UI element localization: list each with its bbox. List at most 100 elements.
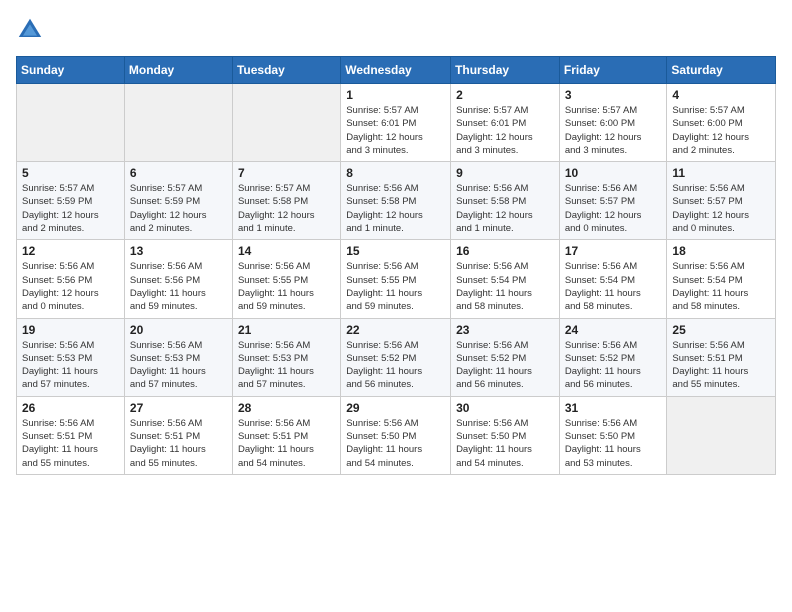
day-number: 19 [22, 323, 119, 337]
day-info: Sunrise: 5:56 AM Sunset: 5:56 PM Dayligh… [130, 260, 227, 313]
day-info: Sunrise: 5:56 AM Sunset: 5:51 PM Dayligh… [22, 417, 119, 470]
calendar-cell [17, 84, 125, 162]
calendar-cell: 1Sunrise: 5:57 AM Sunset: 6:01 PM Daylig… [341, 84, 451, 162]
calendar-cell: 15Sunrise: 5:56 AM Sunset: 5:55 PM Dayli… [341, 240, 451, 318]
logo [16, 16, 48, 44]
day-info: Sunrise: 5:56 AM Sunset: 5:58 PM Dayligh… [456, 182, 554, 235]
calendar-week-row: 12Sunrise: 5:56 AM Sunset: 5:56 PM Dayli… [17, 240, 776, 318]
day-info: Sunrise: 5:56 AM Sunset: 5:53 PM Dayligh… [22, 339, 119, 392]
calendar-cell: 14 Sunrise: 5:56 AM Sunset: 5:55 PM Dayli… [232, 240, 340, 318]
calendar-header-saturday: Saturday [667, 57, 776, 84]
calendar-header-monday: Monday [124, 57, 232, 84]
calendar-cell: 6 Sunrise: 5:57 AM Sunset: 5:59 PM Daylig… [124, 162, 232, 240]
calendar-table: SundayMondayTuesdayWednesdayThursdayFrid… [16, 56, 776, 475]
day-number: 3 [565, 88, 662, 102]
day-info: Sunrise: 5:56 AM Sunset: 5:51 PM Dayligh… [130, 417, 227, 470]
day-number: 18 [672, 244, 770, 258]
day-info: Sunrise: 5:56 AM Sunset: 5:50 PM Dayligh… [456, 417, 554, 470]
day-info: Sunrise: 5:57 AM Sunset: 5:59 PM Dayligh… [22, 182, 119, 235]
day-info: Sunrise: 5:56 AM Sunset: 5:53 PM Dayligh… [238, 339, 335, 392]
day-number: 6 [130, 166, 227, 180]
calendar-header-wednesday: Wednesday [341, 57, 451, 84]
day-number: 26 [22, 401, 119, 415]
day-info: Sunrise: 5:56 AM Sunset: 5:57 PM Dayligh… [565, 182, 662, 235]
day-number: 25 [672, 323, 770, 337]
day-number: 9 [456, 166, 554, 180]
day-number: 24 [565, 323, 662, 337]
calendar-cell: 23 Sunrise: 5:56 AM Sunset: 5:52 PM Dayli… [451, 318, 560, 396]
calendar-week-row: 26 Sunrise: 5:56 AM Sunset: 5:51 PM Dayli… [17, 396, 776, 474]
day-info: Sunrise: 5:56 AM Sunset: 5:52 PM Dayligh… [346, 339, 445, 392]
day-info: Sunrise: 5:57 AM Sunset: 5:59 PM Dayligh… [130, 182, 227, 235]
day-info: Sunrise: 5:56 AM Sunset: 5:50 PM Dayligh… [346, 417, 445, 470]
calendar-cell: 28Sunrise: 5:56 AM Sunset: 5:51 PM Dayli… [232, 396, 340, 474]
calendar-cell: 29 Sunrise: 5:56 AM Sunset: 5:50 PM Dayli… [341, 396, 451, 474]
calendar-week-row: 1Sunrise: 5:57 AM Sunset: 6:01 PM Daylig… [17, 84, 776, 162]
calendar-header-tuesday: Tuesday [232, 57, 340, 84]
day-number: 11 [672, 166, 770, 180]
calendar-header-thursday: Thursday [451, 57, 560, 84]
calendar-cell: 27 Sunrise: 5:56 AM Sunset: 5:51 PM Dayli… [124, 396, 232, 474]
calendar-cell: 12Sunrise: 5:56 AM Sunset: 5:56 PM Dayli… [17, 240, 125, 318]
day-number: 21 [238, 323, 335, 337]
day-info: Sunrise: 5:56 AM Sunset: 5:55 PM Dayligh… [238, 260, 335, 313]
calendar-week-row: 19 Sunrise: 5:56 AM Sunset: 5:53 PM Dayli… [17, 318, 776, 396]
calendar-cell: 2 Sunrise: 5:57 AM Sunset: 6:01 PM Daylig… [451, 84, 560, 162]
calendar-cell: 22 Sunrise: 5:56 AM Sunset: 5:52 PM Dayli… [341, 318, 451, 396]
day-info: Sunrise: 5:56 AM Sunset: 5:54 PM Dayligh… [565, 260, 662, 313]
day-info: Sunrise: 5:57 AM Sunset: 6:00 PM Dayligh… [565, 104, 662, 157]
day-info: Sunrise: 5:56 AM Sunset: 5:56 PM Dayligh… [22, 260, 119, 313]
page-header [16, 16, 776, 44]
day-info: Sunrise: 5:57 AM Sunset: 6:01 PM Dayligh… [456, 104, 554, 157]
day-info: Sunrise: 5:56 AM Sunset: 5:50 PM Dayligh… [565, 417, 662, 470]
calendar-cell: 18 Sunrise: 5:56 AM Sunset: 5:54 PM Dayli… [667, 240, 776, 318]
calendar-cell: 13Sunrise: 5:56 AM Sunset: 5:56 PM Dayli… [124, 240, 232, 318]
day-number: 27 [130, 401, 227, 415]
day-info: Sunrise: 5:56 AM Sunset: 5:58 PM Dayligh… [346, 182, 445, 235]
day-info: Sunrise: 5:57 AM Sunset: 6:00 PM Dayligh… [672, 104, 770, 157]
calendar-cell [124, 84, 232, 162]
day-number: 15 [346, 244, 445, 258]
day-number: 2 [456, 88, 554, 102]
calendar-week-row: 5 Sunrise: 5:57 AM Sunset: 5:59 PM Daylig… [17, 162, 776, 240]
calendar-cell: 19 Sunrise: 5:56 AM Sunset: 5:53 PM Dayli… [17, 318, 125, 396]
day-info: Sunrise: 5:56 AM Sunset: 5:54 PM Dayligh… [672, 260, 770, 313]
calendar-cell [667, 396, 776, 474]
day-number: 31 [565, 401, 662, 415]
day-number: 14 [238, 244, 335, 258]
day-info: Sunrise: 5:56 AM Sunset: 5:52 PM Dayligh… [456, 339, 554, 392]
calendar-cell: 26 Sunrise: 5:56 AM Sunset: 5:51 PM Dayli… [17, 396, 125, 474]
day-info: Sunrise: 5:56 AM Sunset: 5:52 PM Dayligh… [565, 339, 662, 392]
calendar-cell: 4 Sunrise: 5:57 AM Sunset: 6:00 PM Daylig… [667, 84, 776, 162]
day-number: 23 [456, 323, 554, 337]
calendar-header-sunday: Sunday [17, 57, 125, 84]
day-number: 5 [22, 166, 119, 180]
day-info: Sunrise: 5:56 AM Sunset: 5:51 PM Dayligh… [238, 417, 335, 470]
day-number: 22 [346, 323, 445, 337]
calendar-cell: 21 Sunrise: 5:56 AM Sunset: 5:53 PM Dayli… [232, 318, 340, 396]
calendar-cell: 24 Sunrise: 5:56 AM Sunset: 5:52 PM Dayli… [559, 318, 667, 396]
logo-icon [16, 16, 44, 44]
calendar-cell: 20 Sunrise: 5:56 AM Sunset: 5:53 PM Dayli… [124, 318, 232, 396]
day-number: 29 [346, 401, 445, 415]
calendar-cell: 5 Sunrise: 5:57 AM Sunset: 5:59 PM Daylig… [17, 162, 125, 240]
day-info: Sunrise: 5:57 AM Sunset: 6:01 PM Dayligh… [346, 104, 445, 157]
calendar-cell: 31 Sunrise: 5:56 AM Sunset: 5:50 PM Dayli… [559, 396, 667, 474]
day-number: 4 [672, 88, 770, 102]
day-info: Sunrise: 5:57 AM Sunset: 5:58 PM Dayligh… [238, 182, 335, 235]
day-info: Sunrise: 5:56 AM Sunset: 5:57 PM Dayligh… [672, 182, 770, 235]
calendar-cell: 3 Sunrise: 5:57 AM Sunset: 6:00 PM Daylig… [559, 84, 667, 162]
day-number: 7 [238, 166, 335, 180]
calendar-cell: 11 Sunrise: 5:56 AM Sunset: 5:57 PM Dayli… [667, 162, 776, 240]
calendar-header-row: SundayMondayTuesdayWednesdayThursdayFrid… [17, 57, 776, 84]
day-number: 10 [565, 166, 662, 180]
day-number: 17 [565, 244, 662, 258]
day-number: 20 [130, 323, 227, 337]
calendar-cell: 17 Sunrise: 5:56 AM Sunset: 5:54 PM Dayli… [559, 240, 667, 318]
day-number: 30 [456, 401, 554, 415]
calendar-cell: 10 Sunrise: 5:56 AM Sunset: 5:57 PM Dayli… [559, 162, 667, 240]
day-info: Sunrise: 5:56 AM Sunset: 5:53 PM Dayligh… [130, 339, 227, 392]
calendar-cell: 25Sunrise: 5:56 AM Sunset: 5:51 PM Dayli… [667, 318, 776, 396]
day-number: 16 [456, 244, 554, 258]
calendar-header-friday: Friday [559, 57, 667, 84]
